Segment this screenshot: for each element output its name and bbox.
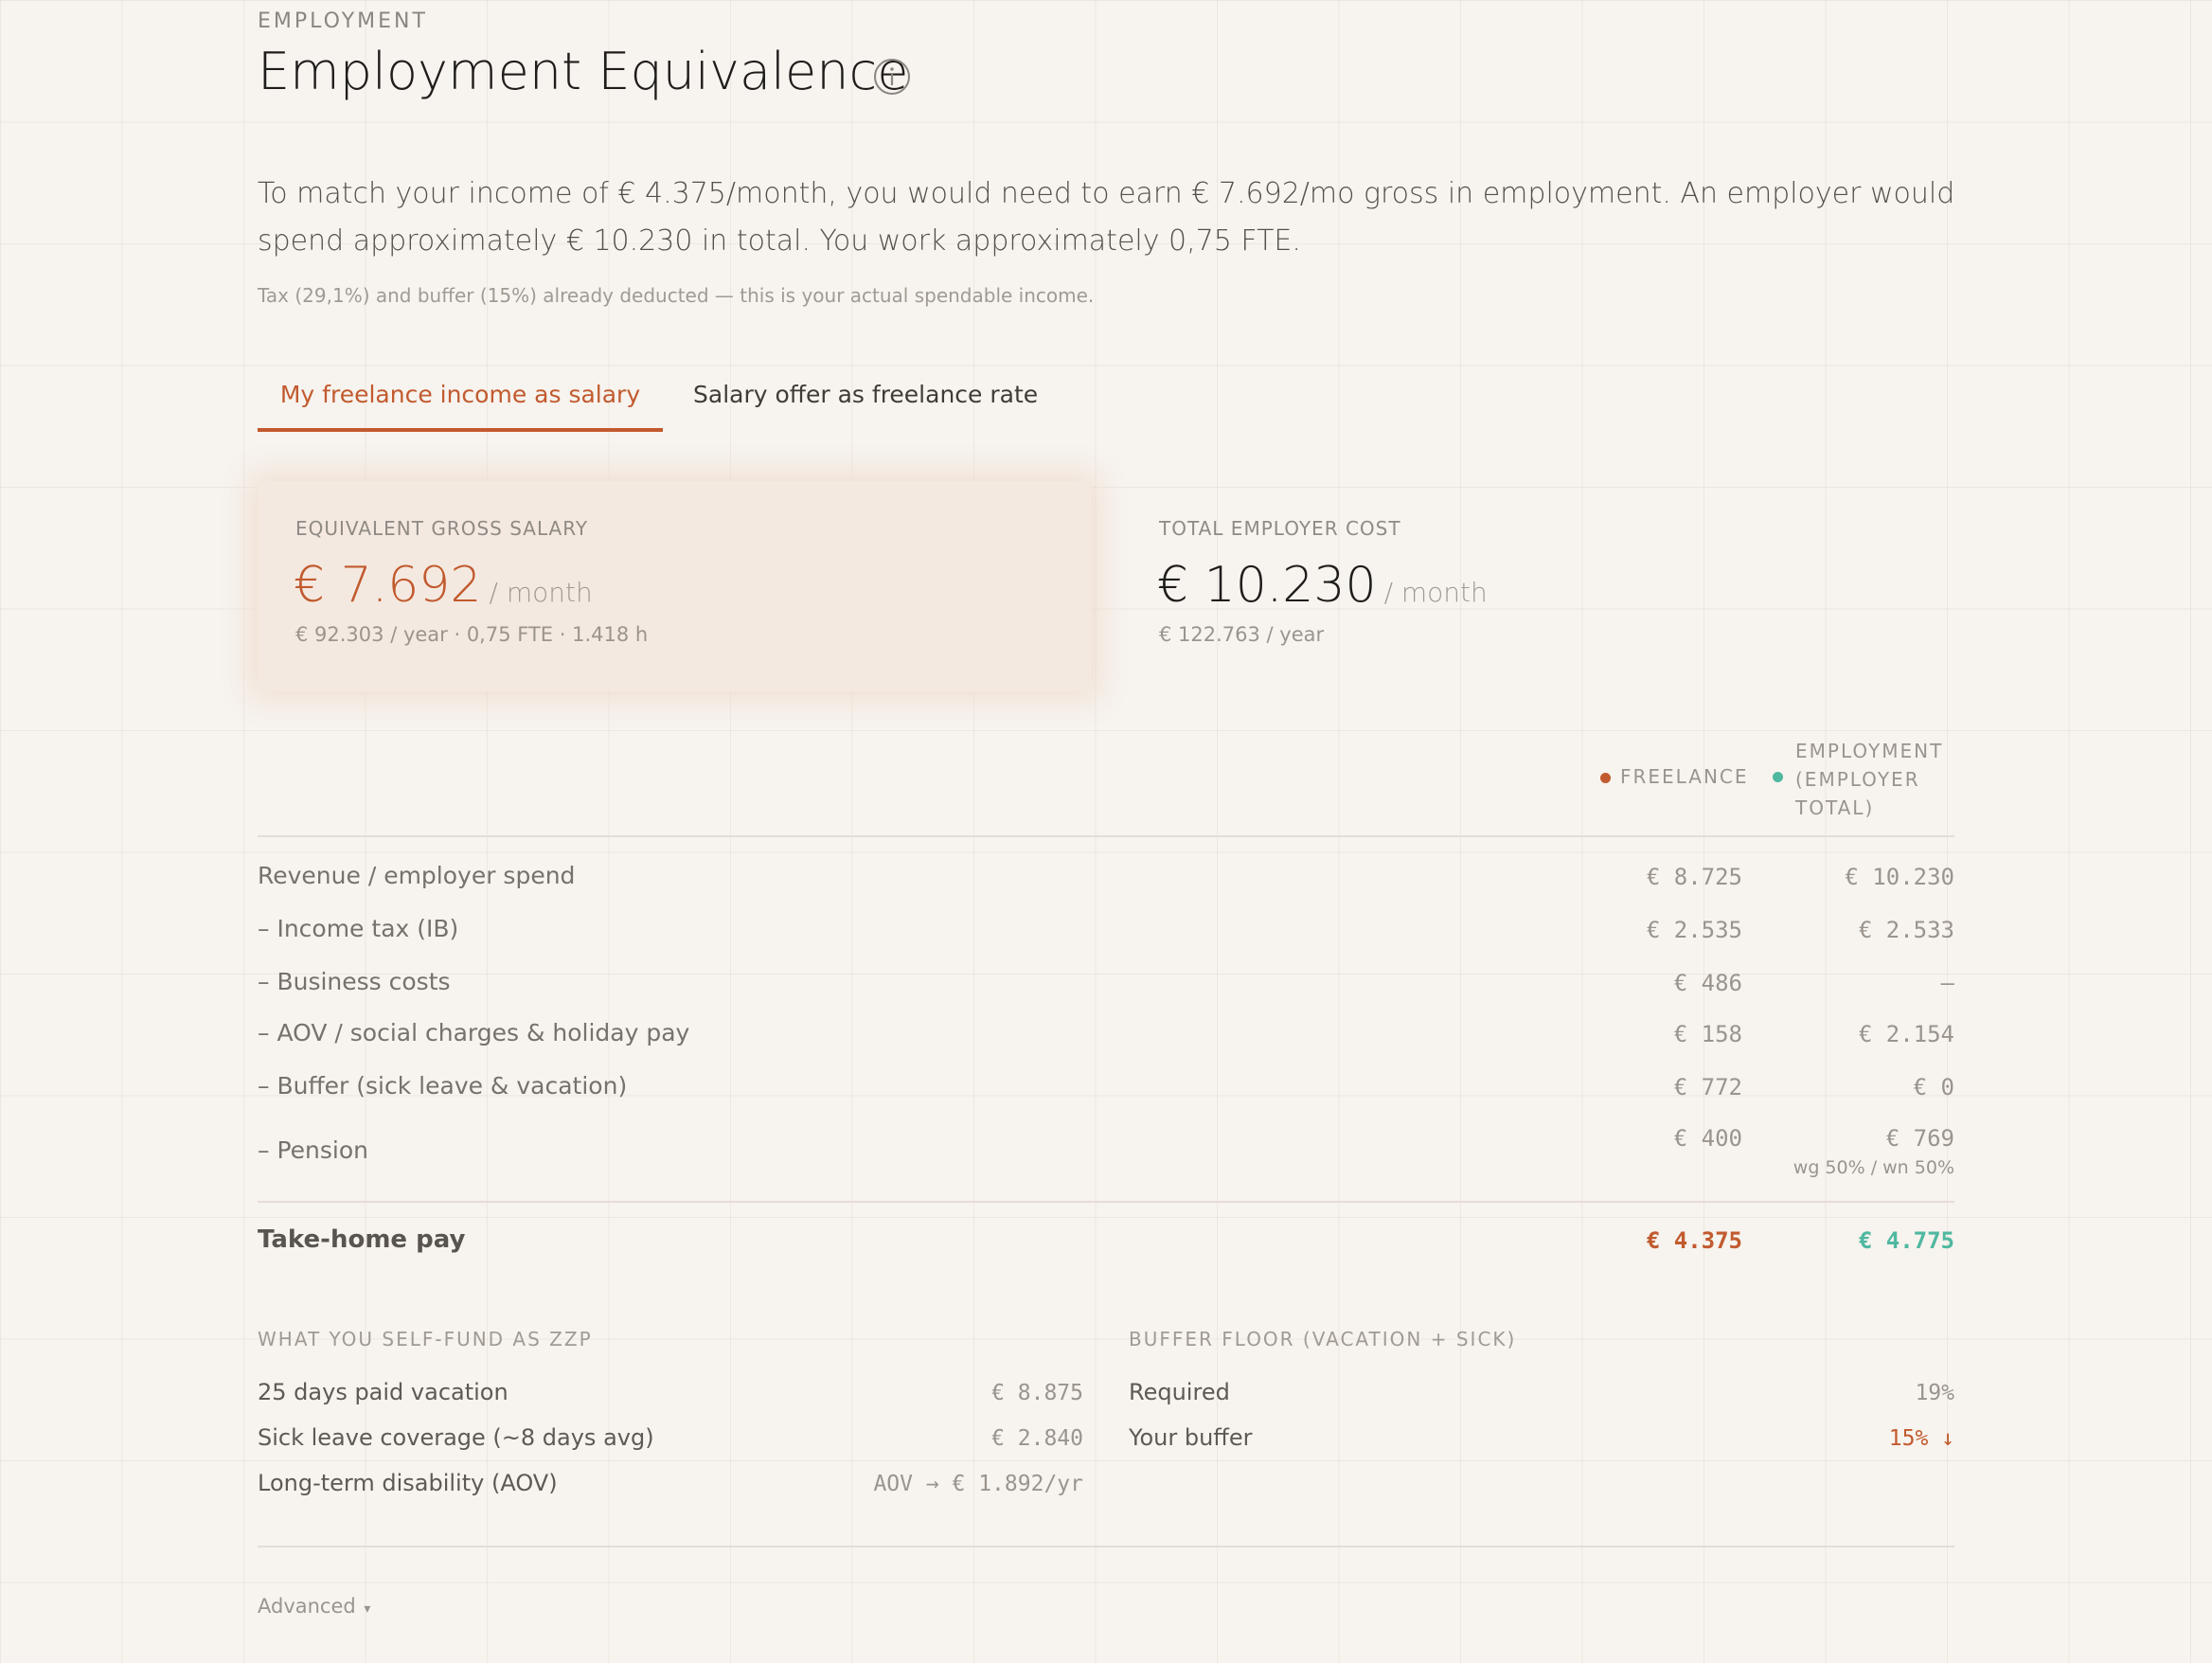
tab-freelance-as-salary[interactable]: My freelance income as salary [258,362,663,432]
row-label-buffer: – Buffer (sick leave & vacation) [258,1072,628,1100]
legend-employment-line2: (EMPLOYER [1795,768,1920,791]
employer-card-sub: € 122.763 / year [1159,623,1325,646]
salary-card-value: € 7.692/ month [294,557,593,614]
selffund-value-sick-leave: € 2.840 [991,1426,1083,1451]
selffund-value-disability: AOV → € 1.892/yr [873,1472,1083,1496]
row-label-take-home: Take-home pay [258,1225,466,1254]
employer-unit: / month [1383,577,1488,608]
row-freelance-pension: € 400 [1673,1125,1742,1152]
employer-value: € 10.230 [1157,557,1377,614]
info-icon[interactable] [873,58,911,96]
selffund-title: WHAT YOU SELF-FUND AS ZZP [258,1328,593,1350]
legend-employment: EMPLOYMENT (EMPLOYER TOTAL) [1795,737,1943,822]
row-employment-buffer: € 0 [1913,1074,1954,1100]
buffer-item-required: Required [1129,1379,1230,1405]
selffund-value-vacation: € 8.875 [991,1381,1083,1405]
row-freelance-income-tax: € 2.535 [1646,917,1742,943]
advanced-toggle[interactable]: Advanced ▾ [258,1595,370,1618]
row-label-aov-social: – AOV / social charges & holiday pay [258,1019,690,1046]
freelance-dot-icon [1600,773,1611,783]
row-employment-pension: € 769 [1885,1125,1954,1152]
tab-salary-as-freelance-rate[interactable]: Salary offer as freelance rate [693,362,1038,428]
row-freelance-revenue: € 8.725 [1646,864,1742,890]
employer-card-label: TOTAL EMPLOYER COST [1159,517,1401,540]
row-freelance-aov-social: € 158 [1673,1021,1742,1047]
caret-down-icon: ▾ [364,1601,371,1617]
salary-card-sub: € 92.303 / year · 0,75 FTE · 1.418 h [295,623,649,646]
row-label-pension: – Pension [258,1136,368,1164]
selffund-item-disability: Long-term disability (AOV) [258,1470,558,1496]
salary-card-label: EQUIVALENT GROSS SALARY [295,517,589,540]
employer-card-value: € 10.230/ month [1157,557,1488,614]
legend-freelance-label: FREELANCE [1620,765,1749,788]
row-label-business-costs: – Business costs [258,968,451,995]
buffer-value-required: 19% [1915,1381,1954,1405]
row-employment-income-tax: € 2.533 [1858,917,1954,943]
summary-note: Tax (29,1%) and buffer (15%) already ded… [258,284,1095,307]
section-eyebrow: EMPLOYMENT [258,9,428,33]
take-home-employment: € 4.775 [1858,1227,1954,1254]
row-freelance-buffer: € 772 [1673,1074,1742,1100]
buffer-value-yours: 15% ↓ [1888,1426,1954,1451]
row-freelance-business-costs: € 486 [1673,970,1742,996]
employment-dot-icon [1773,772,1783,782]
salary-value: € 7.692 [294,557,482,614]
pension-split-note: wg 50% / wn 50% [1793,1157,1954,1178]
row-label-income-tax: – Income tax (IB) [258,915,459,942]
buffer-title: BUFFER FLOOR (VACATION + SICK) [1129,1328,1517,1350]
page-title: Employment Equivalence [258,42,909,101]
selffund-item-vacation: 25 days paid vacation [258,1379,508,1405]
row-employment-business-costs: — [1940,970,1954,996]
summary-text: To match your income of € 4.375/month, y… [258,177,1955,258]
divider [258,1201,1954,1203]
divider [258,1546,1954,1547]
buffer-item-yours: Your buffer [1129,1424,1253,1451]
take-home-freelance: € 4.375 [1646,1227,1742,1254]
row-employment-aov-social: € 2.154 [1858,1021,1954,1047]
legend-employment-line1: EMPLOYMENT [1795,740,1944,762]
row-employment-revenue: € 10.230 [1845,864,1954,890]
salary-unit: / month [489,577,593,608]
tab-bar: My freelance income as salary Salary off… [258,362,1038,432]
row-label-revenue: Revenue / employer spend [258,862,576,889]
selffund-item-sick-leave: Sick leave coverage (~8 days avg) [258,1424,654,1451]
legend-employment-line3: TOTAL) [1795,796,1875,819]
advanced-label: Advanced [258,1595,356,1618]
divider [258,835,1954,837]
legend-freelance: FREELANCE [1600,765,1749,788]
